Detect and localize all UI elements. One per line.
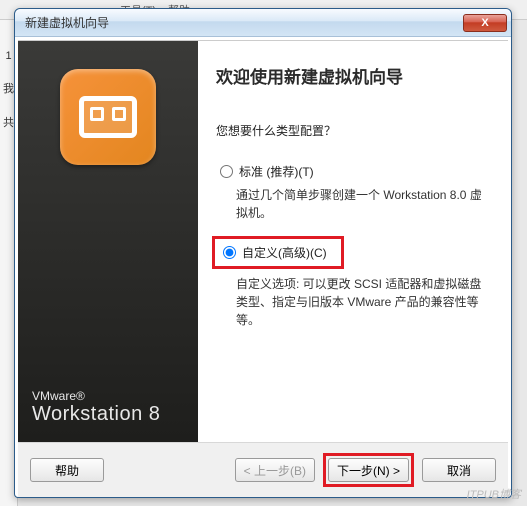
option-custom-label: 自定义(高级)(C): [242, 244, 327, 261]
dialog-footer: 帮助 < 上一步(B) 下一步(N) > 取消: [18, 442, 508, 497]
vmware-logo-icon: [60, 69, 156, 165]
close-button[interactable]: X: [463, 14, 507, 32]
option-typical-desc: 通过几个简单步骤创建一个 Workstation 8.0 虚拟机。: [236, 186, 490, 222]
radio-custom[interactable]: [223, 246, 236, 259]
close-icon: X: [481, 17, 488, 29]
wizard-question: 您想要什么类型配置？: [216, 122, 490, 139]
new-vm-wizard-dialog: 新建虚拟机向导 X VMware® Workstation 8 欢迎使用新建虚拟…: [14, 8, 512, 498]
wizard-body: VMware® Workstation 8 欢迎使用新建虚拟机向导 您想要什么类…: [18, 41, 508, 442]
dialog-content: VMware® Workstation 8 欢迎使用新建虚拟机向导 您想要什么类…: [18, 40, 508, 497]
brand-vmware: VMware®: [32, 389, 160, 403]
wizard-main: 欢迎使用新建虚拟机向导 您想要什么类型配置？ 标准 (推荐)(T) 通过几个简单…: [198, 41, 508, 442]
brand-text: VMware® Workstation 8: [32, 389, 160, 426]
back-button[interactable]: < 上一步(B): [235, 458, 315, 482]
dialog-titlebar[interactable]: 新建虚拟机向导 X: [15, 9, 511, 37]
option-custom[interactable]: 自定义(高级)(C): [219, 242, 331, 263]
option-custom-desc: 自定义选项: 可以更改 SCSI 适配器和虚拟磁盘类型、指定与旧版本 VMwar…: [236, 275, 490, 329]
wizard-heading: 欢迎使用新建虚拟机向导: [216, 63, 490, 88]
dialog-title: 新建虚拟机向导: [25, 14, 463, 31]
wizard-sidebar: VMware® Workstation 8: [18, 41, 198, 442]
highlight-custom: 自定义(高级)(C): [212, 236, 344, 269]
cancel-button[interactable]: 取消: [422, 458, 496, 482]
help-button[interactable]: 帮助: [30, 458, 104, 482]
option-typical-label: 标准 (推荐)(T): [239, 163, 314, 180]
radio-typical[interactable]: [220, 165, 233, 178]
option-typical[interactable]: 标准 (推荐)(T): [216, 161, 490, 182]
brand-workstation: Workstation 8: [32, 403, 160, 426]
highlight-next: 下一步(N) >: [323, 453, 414, 487]
next-button[interactable]: 下一步(N) >: [328, 458, 409, 482]
